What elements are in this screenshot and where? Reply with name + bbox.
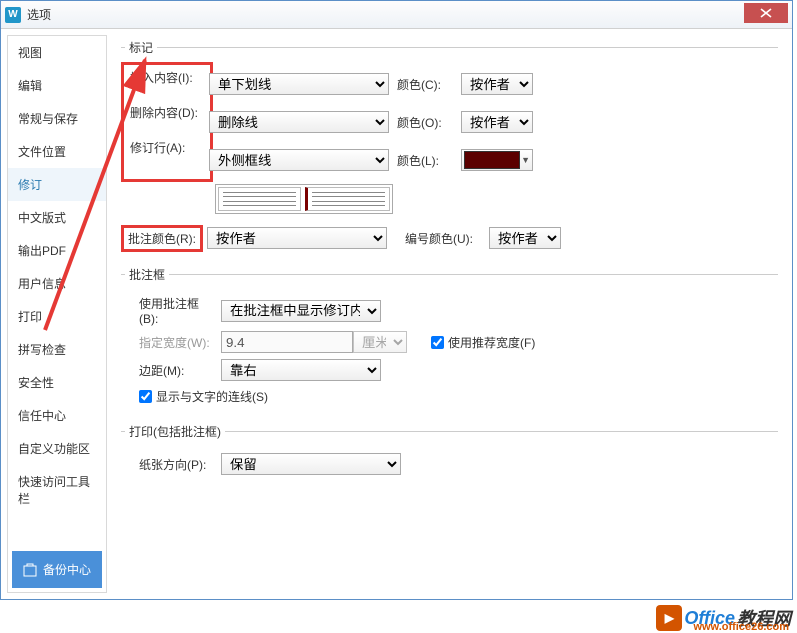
sidebar-item-13[interactable]: 快速访问工具栏 [8,465,106,515]
delete-color-label: 颜色(O): [397,114,453,131]
sidebar-item-7[interactable]: 用户信息 [8,267,106,300]
comment-color-select[interactable]: 按作者 [207,227,387,249]
sidebar-item-3[interactable]: 文件位置 [8,135,106,168]
margin-select[interactable]: 靠右 [221,359,381,381]
close-icon [760,8,772,18]
watermark: ▶ Office 教程网 www.office26.com [656,605,791,631]
backup-center-button[interactable]: 备份中心 [12,551,102,588]
insert-label: 插入内容(I): [130,69,204,86]
insert-color-select[interactable]: 按作者 [461,73,533,95]
recommend-width-label: 使用推荐宽度(F) [448,334,535,351]
insert-color-label: 颜色(C): [397,76,453,93]
show-lines-checkbox[interactable] [139,390,152,403]
revline-preview [215,184,393,214]
watermark-url: www.office26.com [693,621,789,633]
sidebar: 视图编辑常规与保存文件位置修订中文版式输出PDF用户信息打印拼写检查安全性信任中… [7,35,107,593]
color-swatch-darkred [464,151,520,169]
delete-label: 删除内容(D): [130,104,204,121]
insert-style-select[interactable]: 单下划线 [209,73,389,95]
comment-box-legend: 批注框 [125,266,169,283]
revline-color-label: 颜色(L): [397,152,453,169]
delete-color-select[interactable]: 按作者 [461,111,533,133]
recommend-width-checkbox[interactable] [431,336,444,349]
backup-icon [23,563,37,577]
orientation-select[interactable]: 保留 [221,453,401,475]
print-section: 打印(包括批注框) 纸张方向(P): 保留 [121,423,778,484]
main-panel: 标记 插入内容(I): 删除内容(D): 修订行(A): 单下划线 颜色(C): [113,35,786,593]
sidebar-item-10[interactable]: 安全性 [8,366,106,399]
close-button[interactable] [744,3,788,23]
comment-color-label: 批注颜色(R): [128,232,196,246]
revline-style-select[interactable]: 外侧框线 [209,149,389,171]
width-input [221,331,353,353]
num-color-select[interactable]: 按作者 [489,227,561,249]
orientation-label: 纸张方向(P): [139,456,213,473]
sidebar-item-8[interactable]: 打印 [8,300,106,333]
revline-label: 修订行(A): [130,139,204,156]
backup-label: 备份中心 [43,561,91,578]
comment-box-section: 批注框 使用批注框(B): 在批注框中显示修订内容 指定宽度(W): 厘米 使用 [121,266,778,415]
sidebar-item-1[interactable]: 编辑 [8,69,106,102]
sidebar-item-9[interactable]: 拼写检查 [8,333,106,366]
sidebar-item-12[interactable]: 自定义功能区 [8,432,106,465]
use-box-label: 使用批注框(B): [139,295,213,326]
revline-color-select[interactable]: ▼ [461,149,533,171]
window-title: 选项 [27,6,744,23]
sidebar-item-11[interactable]: 信任中心 [8,399,106,432]
app-icon: W [5,7,21,23]
num-color-label: 编号颜色(U): [405,230,481,247]
print-legend: 打印(包括批注框) [125,423,225,440]
margin-label: 边距(M): [139,362,213,379]
show-lines-label: 显示与文字的连线(S) [156,388,268,405]
width-label: 指定宽度(W): [139,334,213,351]
sidebar-item-6[interactable]: 输出PDF [8,234,106,267]
marks-legend: 标记 [125,39,157,56]
chevron-down-icon: ▼ [521,155,530,165]
marks-section: 标记 插入内容(I): 删除内容(D): 修订行(A): 单下划线 颜色(C): [121,39,778,258]
sidebar-item-4[interactable]: 修订 [8,168,106,201]
width-unit-select: 厘米 [353,331,407,353]
watermark-icon: ▶ [656,605,682,631]
use-box-select[interactable]: 在批注框中显示修订内容 [221,300,381,322]
sidebar-item-0[interactable]: 视图 [8,36,106,69]
sidebar-item-5[interactable]: 中文版式 [8,201,106,234]
sidebar-item-2[interactable]: 常规与保存 [8,102,106,135]
delete-style-select[interactable]: 删除线 [209,111,389,133]
